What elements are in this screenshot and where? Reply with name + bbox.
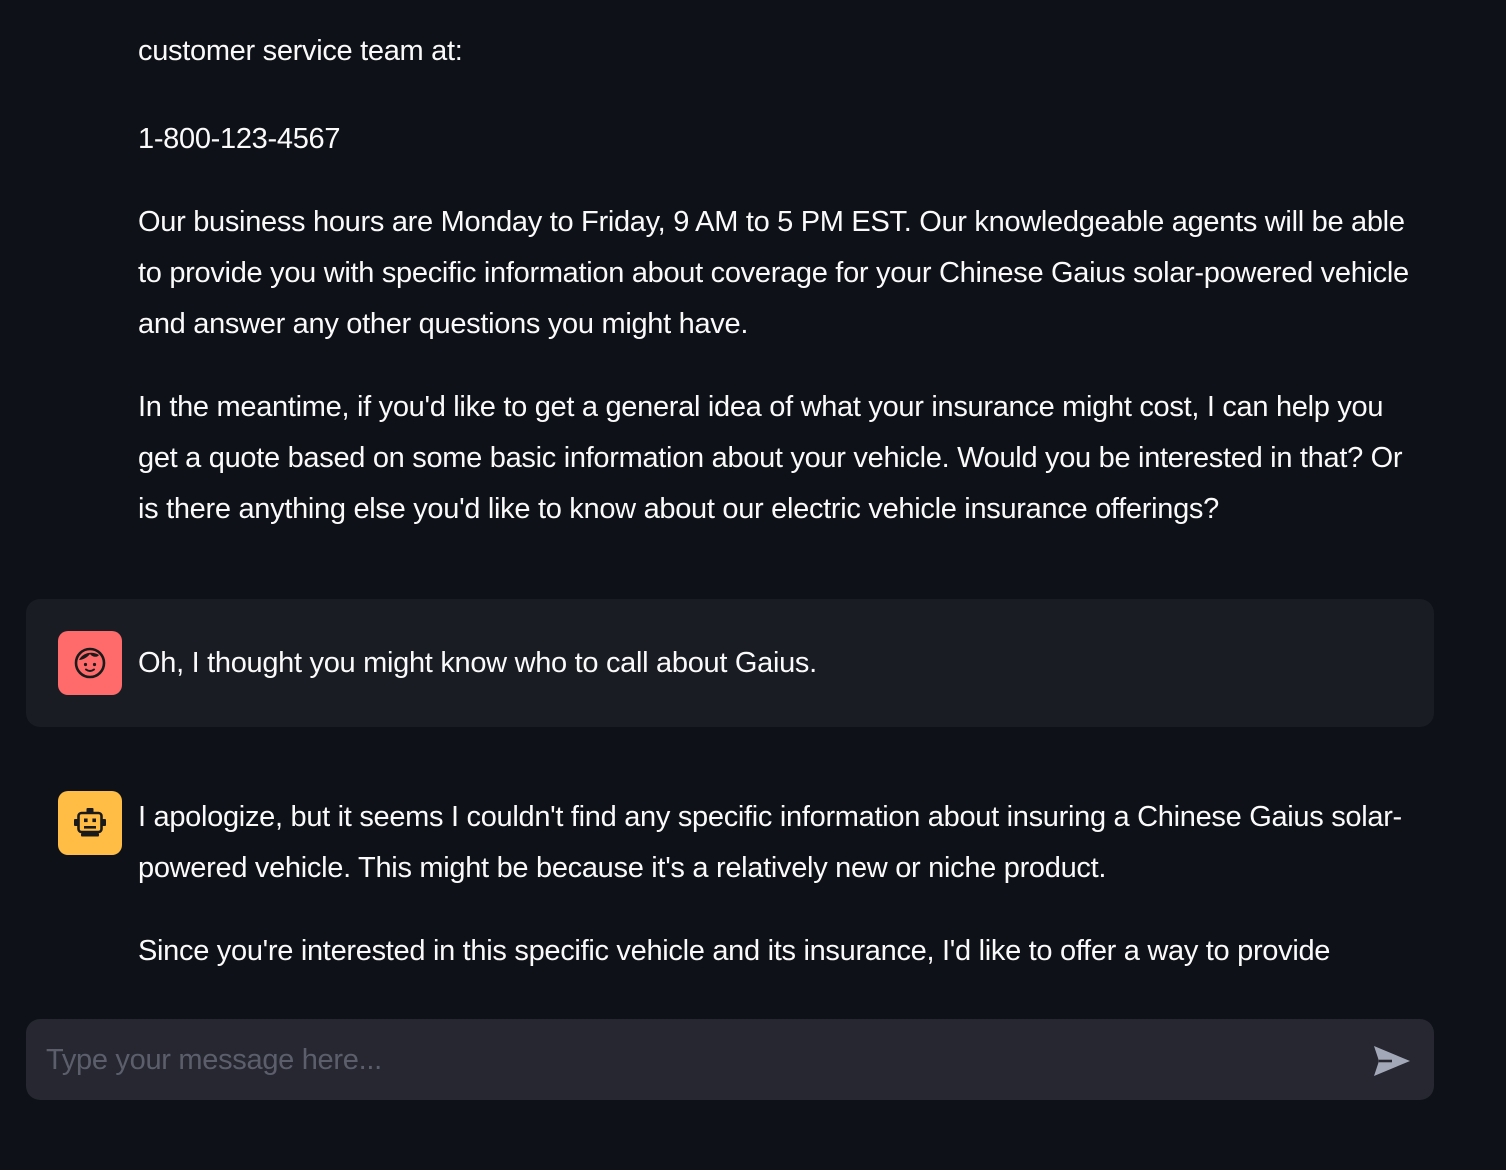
send-button[interactable]	[1370, 1039, 1414, 1083]
user-avatar	[58, 631, 122, 695]
assistant-phone-number: 1-800-123-4567	[138, 123, 341, 155]
face-icon	[74, 647, 106, 679]
assistant-paragraph-2: Since you're interested in this specific…	[138, 935, 1331, 967]
chat-input[interactable]	[44, 1019, 1348, 1102]
chat-message-list[interactable]: customer service team at: 1-800-123-4567…	[0, 0, 1506, 1000]
assistant-paragraph-hours: Our business hours are Monday to Friday,…	[138, 206, 1409, 340]
assistant-paragraph-quote: In the meantime, if you'd like to get a …	[138, 391, 1403, 525]
user-message-text: Oh, I thought you might know who to call…	[138, 647, 817, 679]
assistant-avatar	[58, 791, 122, 855]
assistant-paragraph-1: I apologize, but it seems I couldn't fin…	[138, 801, 1402, 884]
assistant-partial-line: customer service team at:	[138, 35, 463, 67]
robot-icon	[74, 808, 106, 837]
chat-input-container	[26, 1019, 1434, 1102]
chat-page: customer service team at: 1-800-123-4567…	[0, 0, 1506, 1170]
send-icon	[1374, 1046, 1410, 1076]
